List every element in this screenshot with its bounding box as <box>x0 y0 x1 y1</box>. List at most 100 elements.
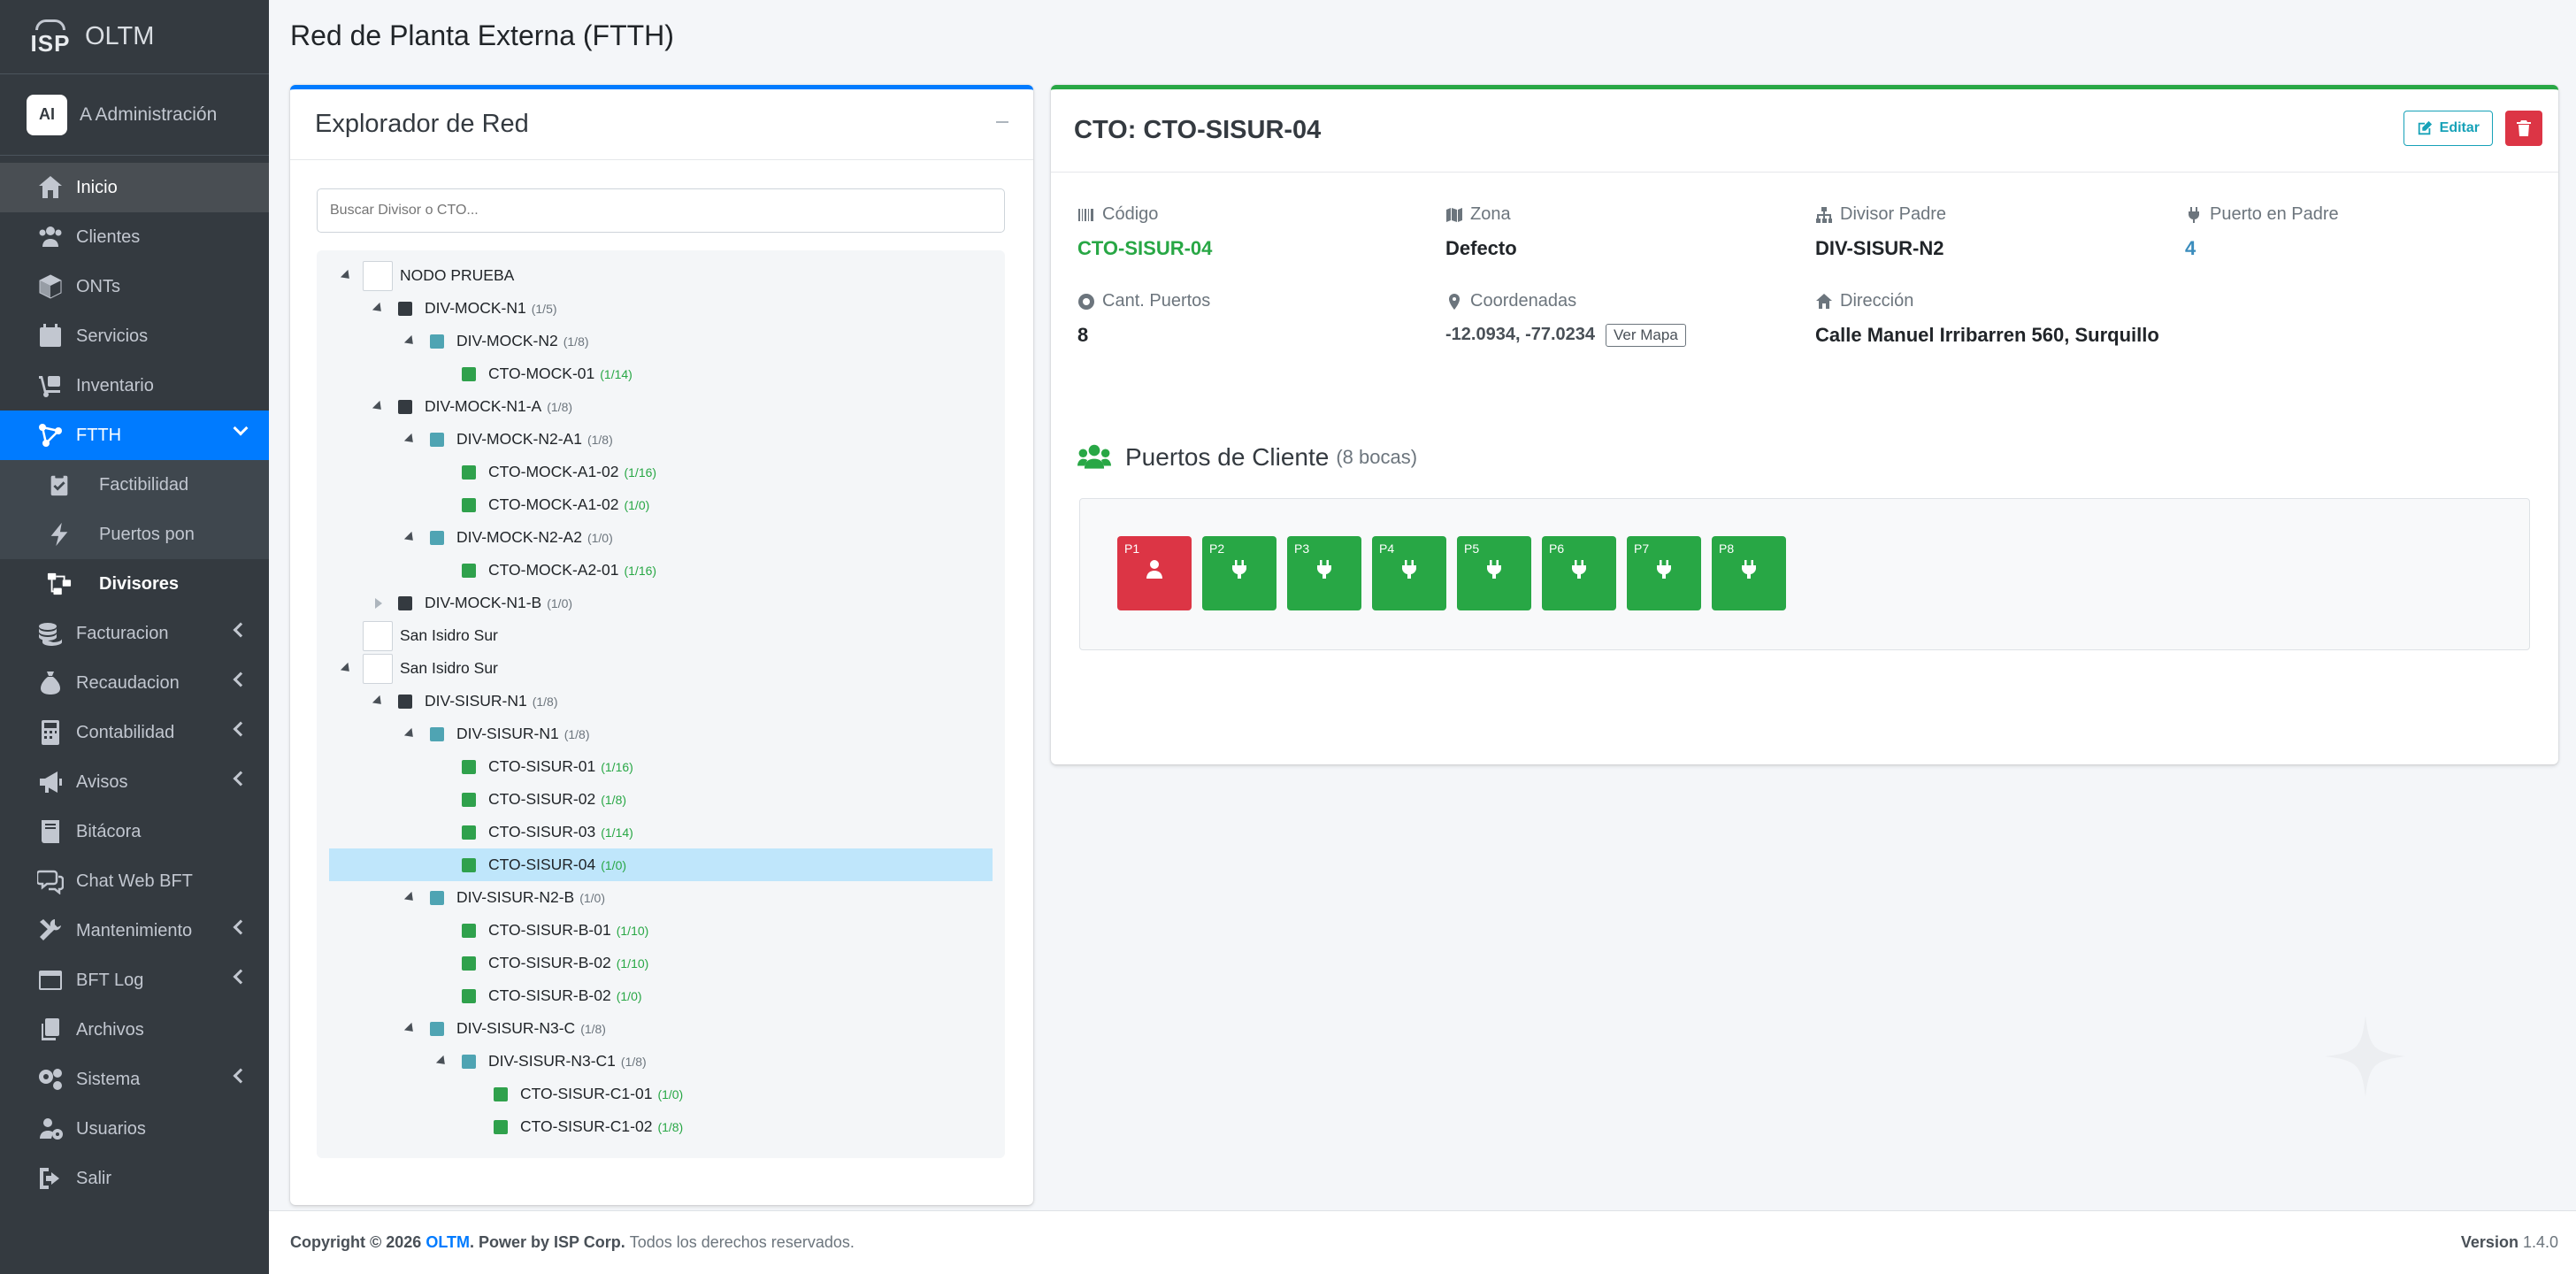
sidebar-item-salir[interactable]: Salir <box>0 1154 269 1203</box>
ver-mapa-button[interactable]: Ver Mapa <box>1606 324 1686 347</box>
copy-icon <box>35 1015 65 1045</box>
sidebar-item-contabilidad[interactable]: Contabilidad <box>0 708 269 757</box>
sidebar-item-avisos[interactable]: Avisos <box>0 757 269 807</box>
tree-node-divisor[interactable]: DIV-MOCK-N2 (1/8) <box>317 325 1005 357</box>
tree-node-divisor[interactable]: DIV-MOCK-N2-A1 (1/8) <box>317 423 1005 456</box>
tree-node-count: (1/16) <box>624 563 657 578</box>
sidebar-item-clientes[interactable]: Clientes <box>0 212 269 262</box>
sidebar-subitem-divisores[interactable]: Divisores <box>0 559 269 609</box>
footer-brand-link[interactable]: OLTM <box>426 1233 470 1252</box>
tree-node-count: (1/8) <box>580 1021 606 1036</box>
brand-link[interactable]: ISP OLTM <box>0 0 269 74</box>
expand-toggle-icon[interactable] <box>338 660 356 678</box>
expand-toggle-icon[interactable] <box>402 431 419 449</box>
expand-toggle-icon[interactable] <box>433 1053 451 1071</box>
tree-node-divisor[interactable]: DIV-MOCK-N1-B (1/0) <box>317 587 1005 619</box>
info-coord: Coordenadas -12.0934, -77.0234 Ver Mapa <box>1445 291 1686 347</box>
tree-node-cto[interactable]: CTO-MOCK-A1-02 (1/16) <box>317 456 1005 488</box>
info-puerto: Puerto en Padre 4 <box>2185 204 2339 260</box>
cto-square-icon <box>462 792 476 807</box>
tree-node-cto[interactable]: CTO-MOCK-01 (1/14) <box>317 357 1005 390</box>
version: Version 1.4.0 <box>2460 1233 2558 1251</box>
tree-node-cto[interactable]: CTO-SISUR-C1-02 (1/8) <box>317 1110 1005 1143</box>
edit-button[interactable]: Editar <box>2403 111 2493 146</box>
cto-square-icon <box>462 825 476 840</box>
sidebar-item-ftth[interactable]: FTTH <box>0 411 269 460</box>
tree-node-cto[interactable]: CTO-SISUR-02 (1/8) <box>317 783 1005 816</box>
sidebar-item-facturacion[interactable]: Facturacion <box>0 609 269 658</box>
expand-toggle-icon[interactable] <box>402 529 419 547</box>
puerto-value[interactable]: 4 <box>2185 237 2339 260</box>
splitter-square-icon <box>462 1054 476 1069</box>
sidebar-item-usuarios[interactable]: Usuarios <box>0 1104 269 1154</box>
tree-node-label: DIV-SISUR-N1 <box>456 725 559 742</box>
splitter-square-icon <box>430 726 444 741</box>
client-port[interactable]: P5 <box>1457 536 1531 610</box>
expand-toggle-icon[interactable] <box>370 398 387 416</box>
sidebar-item-servicios[interactable]: Servicios <box>0 311 269 361</box>
expand-toggle-icon[interactable] <box>370 693 387 710</box>
tree-node-divisor[interactable]: DIV-MOCK-N1-A (1/8) <box>317 390 1005 423</box>
tree-node-divisor[interactable]: DIV-MOCK-N2-A2 (1/0) <box>317 521 1005 554</box>
client-port[interactable]: P2 <box>1202 536 1276 610</box>
client-port[interactable]: P3 <box>1287 536 1361 610</box>
sidebar-item-sistema[interactable]: Sistema <box>0 1055 269 1104</box>
tree-node-label: DIV-MOCK-N1-B <box>425 594 542 611</box>
tree-node-root[interactable]: San Isidro Sur <box>317 619 1005 652</box>
sidebar-subitem-puertos-pon[interactable]: Puertos pon <box>0 510 269 559</box>
tree-node-divisor[interactable]: DIV-MOCK-N1 (1/5) <box>317 292 1005 325</box>
tree-node-cto[interactable]: CTO-MOCK-A2-01 (1/16) <box>317 554 1005 587</box>
sidebar-subitem-factibilidad[interactable]: Factibilidad <box>0 460 269 510</box>
tree-node-divisor[interactable]: DIV-SISUR-N1 (1/8) <box>317 718 1005 750</box>
tree-node-cto[interactable]: CTO-SISUR-04 (1/0) <box>329 848 993 881</box>
node-checkbox-icon <box>363 653 393 684</box>
tree-node-root[interactable]: San Isidro Sur <box>317 652 1005 685</box>
tree-search-input[interactable] <box>317 188 1005 233</box>
sidebar-item-bit-cora[interactable]: Bitácora <box>0 807 269 856</box>
expand-toggle-icon[interactable] <box>338 267 356 285</box>
tree-node-cto[interactable]: CTO-SISUR-01 (1/16) <box>317 750 1005 783</box>
tools-icon <box>35 916 65 946</box>
sidebar-item-inventario[interactable]: Inventario <box>0 361 269 411</box>
user-name[interactable]: A Administración <box>80 104 217 126</box>
tree-node-divisor[interactable]: DIV-SISUR-N3-C1 (1/8) <box>317 1045 1005 1078</box>
tree-node-cto[interactable]: CTO-SISUR-03 (1/14) <box>317 816 1005 848</box>
tree-node-cto[interactable]: CTO-SISUR-C1-01 (1/0) <box>317 1078 1005 1110</box>
sidebar-item-inicio[interactable]: Inicio <box>0 163 269 212</box>
tree-node-divisor[interactable]: DIV-SISUR-N1 (1/8) <box>317 685 1005 718</box>
brand-text: OLTM <box>85 22 155 50</box>
tree-node-label: DIV-SISUR-N3-C <box>456 1019 576 1037</box>
expand-toggle-icon[interactable] <box>370 300 387 318</box>
expand-toggle-icon[interactable] <box>370 595 387 612</box>
client-port[interactable]: P4 <box>1372 536 1446 610</box>
client-port[interactable]: P8 <box>1712 536 1786 610</box>
user-panel[interactable]: AI A Administración <box>0 74 269 156</box>
tree-node-count: (1/8) <box>547 399 573 414</box>
client-port[interactable]: P7 <box>1627 536 1701 610</box>
tree-node-label: CTO-SISUR-B-01 <box>488 921 611 939</box>
sidebar-item-archivos[interactable]: Archivos <box>0 1005 269 1055</box>
sidebar-item-onts[interactable]: ONTs <box>0 262 269 311</box>
tree-node-cto[interactable]: CTO-MOCK-A1-02 (1/0) <box>317 488 1005 521</box>
expand-toggle-icon <box>338 627 356 645</box>
tree-node-divisor[interactable]: DIV-SISUR-N3-C (1/8) <box>317 1012 1005 1045</box>
tree-node-cto[interactable]: CTO-SISUR-B-02 (1/0) <box>317 979 1005 1012</box>
expand-toggle-icon[interactable] <box>402 889 419 907</box>
sidebar-item-bft-log[interactable]: BFT Log <box>0 956 269 1005</box>
tree-node-cto[interactable]: CTO-SISUR-B-01 (1/10) <box>317 914 1005 947</box>
sidebar-item-chat-web-bft[interactable]: Chat Web BFT <box>0 856 269 906</box>
barcode-icon <box>1078 208 1093 221</box>
sidebar-item-recaudacion[interactable]: Recaudacion <box>0 658 269 708</box>
expand-toggle-icon[interactable] <box>402 725 419 743</box>
expand-toggle-icon[interactable] <box>402 1020 419 1038</box>
sidebar-item-mantenimiento[interactable]: Mantenimiento <box>0 906 269 956</box>
expand-toggle-icon[interactable] <box>402 333 419 350</box>
client-port[interactable]: P6 <box>1542 536 1616 610</box>
sidebar-nav: Inicio Clientes ONTs Servicios Inventario FTT… <box>0 156 269 1203</box>
tree-node-cto[interactable]: CTO-SISUR-B-02 (1/10) <box>317 947 1005 979</box>
tree-node-divisor[interactable]: DIV-SISUR-N2-B (1/0) <box>317 881 1005 914</box>
delete-button[interactable] <box>2505 111 2542 146</box>
collapse-icon[interactable] <box>996 121 1008 123</box>
client-port[interactable]: P1 <box>1117 536 1192 610</box>
tree-node-root[interactable]: NODO PRUEBA <box>317 259 1005 292</box>
